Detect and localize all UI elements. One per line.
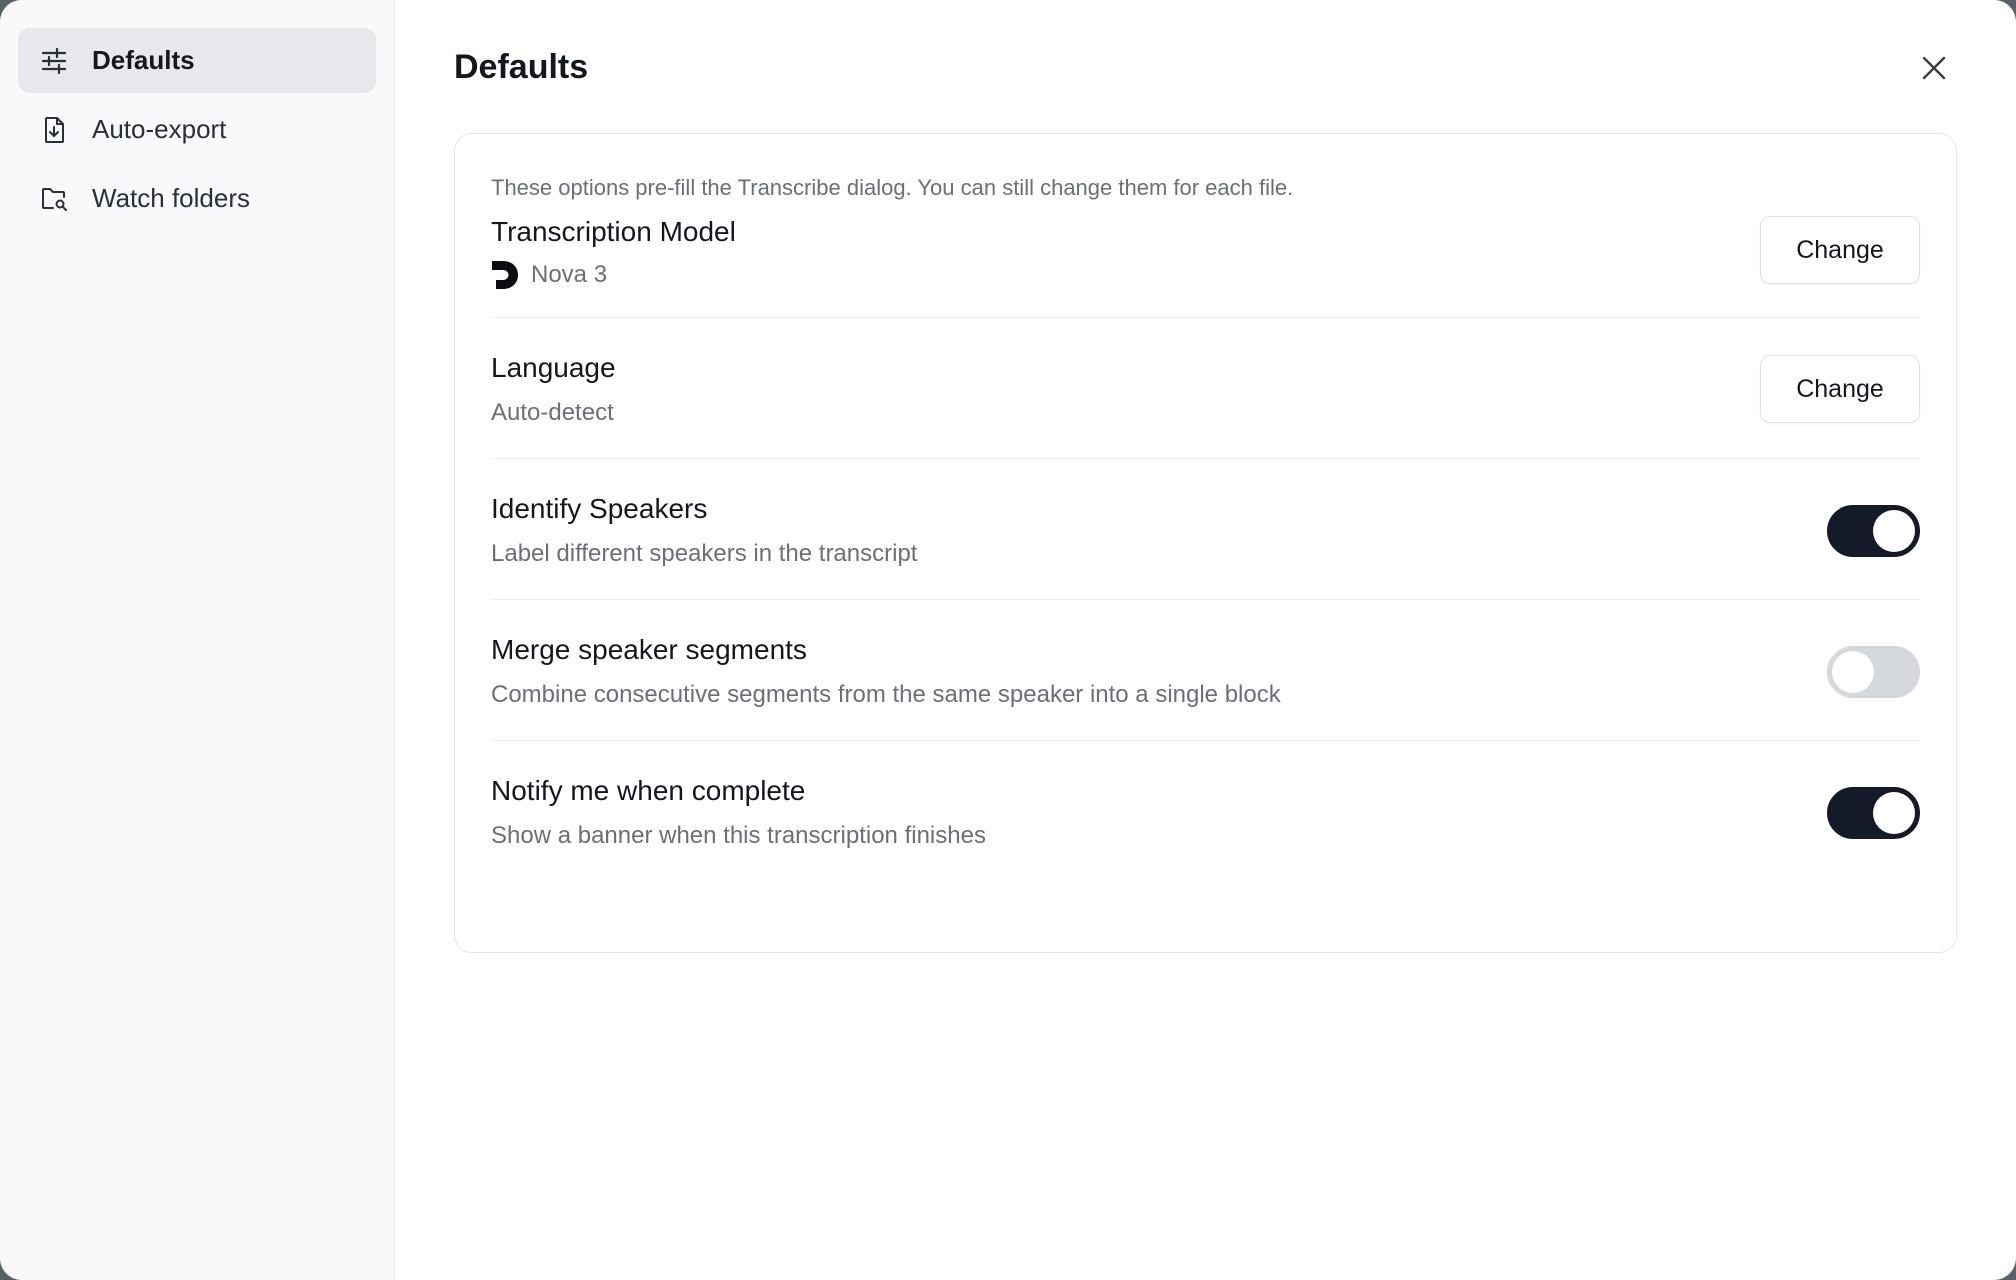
sidebar-item-defaults[interactable]: Defaults [18,28,376,93]
merge-segments-toggle[interactable] [1827,646,1920,698]
merge-segments-row: Merge speaker segments Combine consecuti… [491,600,1920,741]
language-value: Auto-detect [491,399,614,426]
toggle-knob [1832,651,1874,693]
merge-segments-title: Merge speaker segments [491,634,807,665]
deepgram-logo-icon [491,260,519,290]
identify-speakers-description: Label different speakers in the transcri… [491,540,918,567]
sidebar: Defaults Auto-export Watch folders [0,0,395,1280]
sidebar-item-watch-folders[interactable]: Watch folders [18,166,376,231]
toggle-knob [1873,510,1915,552]
close-button[interactable] [1914,50,1954,90]
identify-speakers-toggle[interactable] [1827,505,1920,557]
sidebar-item-auto-export[interactable]: Auto-export [18,97,376,162]
notify-title: Notify me when complete [491,775,806,806]
folder-search-icon [40,185,68,213]
identify-speakers-title: Identify Speakers [491,493,708,524]
transcription-model-row: Transcription Model Nova 3 Change [491,204,1920,318]
merge-segments-description: Combine consecutive segments from the sa… [491,681,1281,708]
sidebar-item-label: Auto-export [92,114,227,144]
transcription-model-value: Nova 3 [491,259,607,291]
language-row: Language Auto-detect Change [491,318,1920,459]
defaults-card: These options pre-fill the Transcribe di… [454,133,1957,953]
sliders-icon [40,47,68,75]
language-title: Language [491,352,616,383]
settings-window: Defaults Auto-export Watch folders Defau… [0,0,2016,1280]
settings-content: Defaults These options pre-fill the Tran… [395,0,2016,1280]
notify-toggle[interactable] [1827,787,1920,839]
page-title: Defaults [454,48,589,86]
identify-speakers-row: Identify Speakers Label different speake… [491,459,1920,600]
model-name: Nova 3 [531,261,608,288]
close-icon [1921,55,1947,86]
sidebar-item-label: Defaults [92,45,195,75]
change-model-button[interactable]: Change [1760,216,1920,284]
notify-description: Show a banner when this transcription fi… [491,822,986,849]
file-download-icon [40,116,68,144]
change-language-button[interactable]: Change [1760,355,1920,423]
transcription-model-title: Transcription Model [491,216,736,247]
toggle-knob [1873,792,1915,834]
sidebar-item-label: Watch folders [92,183,250,213]
intro-text: These options pre-fill the Transcribe di… [491,175,1294,200]
notify-row: Notify me when complete Show a banner wh… [491,741,1920,882]
